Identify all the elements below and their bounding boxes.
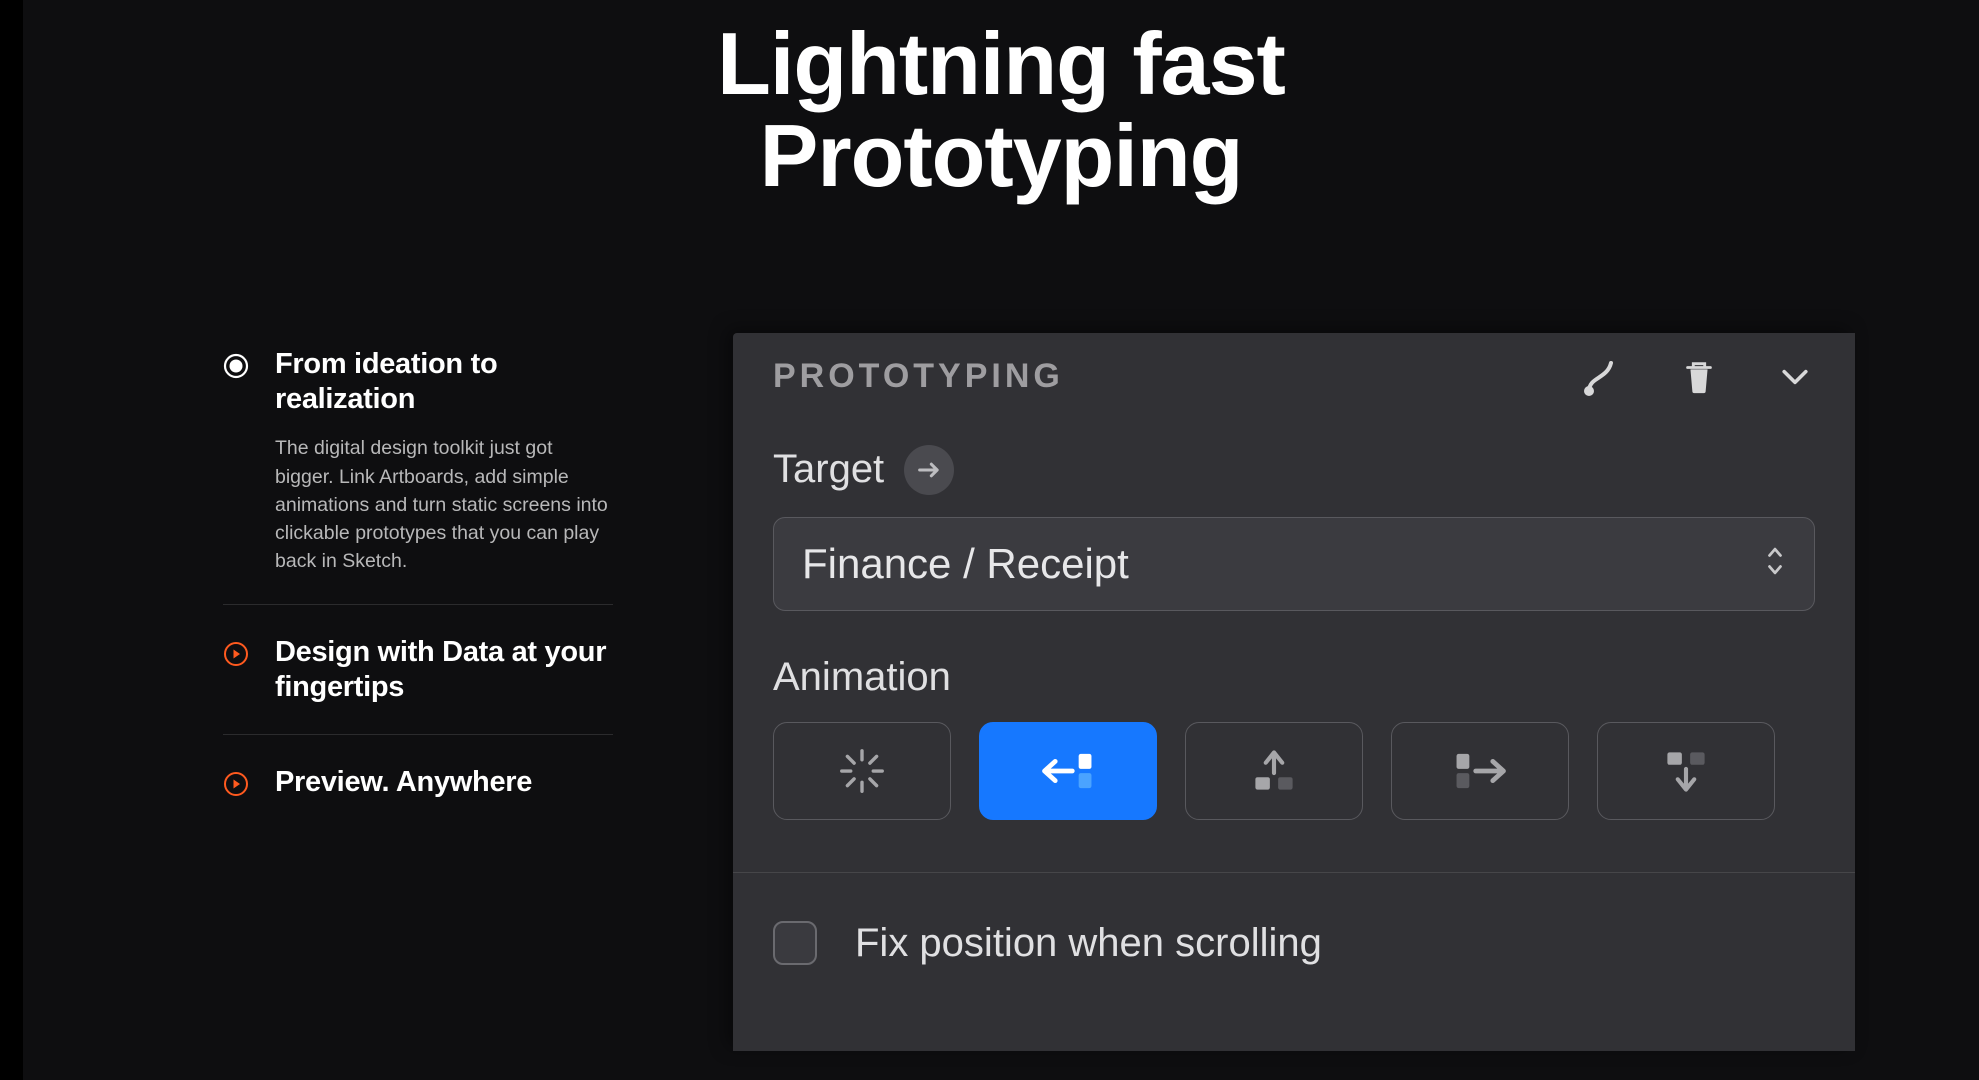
up-down-caret-icon bbox=[1764, 541, 1786, 586]
play-circle-icon bbox=[223, 641, 249, 667]
target-arrow-button[interactable] bbox=[904, 445, 954, 495]
animation-slide-down-button[interactable] bbox=[1597, 722, 1775, 820]
fix-position-checkbox[interactable] bbox=[773, 921, 817, 965]
feature-title: Preview. Anywhere bbox=[275, 765, 532, 800]
panel-title: PROTOTYPING bbox=[773, 357, 1064, 396]
feature-description: The digital design toolkit just got bigg… bbox=[275, 434, 613, 575]
animation-label: Animation bbox=[773, 655, 1815, 700]
feature-item-data[interactable]: Design with Data at your fingertips bbox=[223, 605, 613, 736]
link-connection-icon[interactable] bbox=[1583, 357, 1623, 397]
play-circle-icon bbox=[223, 771, 249, 797]
feature-item-ideation[interactable]: From ideation to realization The digital… bbox=[223, 333, 613, 605]
animation-none-button[interactable] bbox=[773, 722, 951, 820]
target-select[interactable]: Finance / Receipt bbox=[773, 517, 1815, 611]
features-list: From ideation to realization The digital… bbox=[223, 333, 613, 1051]
chevron-down-icon[interactable] bbox=[1775, 357, 1815, 397]
animation-slide-right-button[interactable] bbox=[1391, 722, 1569, 820]
target-select-value: Finance / Receipt bbox=[802, 540, 1129, 588]
panel-divider bbox=[733, 872, 1855, 873]
prototyping-panel: PROTOTYPING bbox=[733, 333, 1855, 1051]
hero-line1: Lightning fast bbox=[717, 14, 1285, 113]
feature-title: Design with Data at your fingertips bbox=[275, 635, 613, 705]
radio-filled-icon bbox=[223, 353, 249, 379]
animation-slide-up-button[interactable] bbox=[1185, 722, 1363, 820]
fix-position-label: Fix position when scrolling bbox=[855, 921, 1322, 966]
hero-line2: Prototyping bbox=[760, 106, 1243, 205]
trash-icon[interactable] bbox=[1679, 357, 1719, 397]
animation-slide-left-button[interactable] bbox=[979, 722, 1157, 820]
target-label: Target bbox=[773, 447, 884, 492]
feature-title: From ideation to realization bbox=[275, 347, 613, 417]
feature-item-preview[interactable]: Preview. Anywhere bbox=[223, 735, 613, 830]
hero-title: Lightning fast Prototyping bbox=[23, 0, 1979, 203]
